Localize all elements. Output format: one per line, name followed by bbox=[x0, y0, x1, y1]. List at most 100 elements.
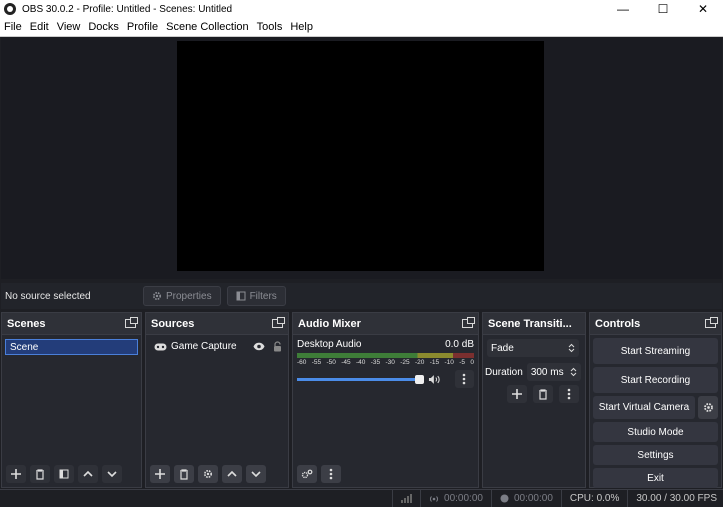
gamepad-icon bbox=[154, 343, 167, 350]
context-bar: No source selected Properties Filters bbox=[1, 283, 722, 309]
source-properties-button[interactable] bbox=[198, 465, 218, 483]
plus-icon bbox=[11, 469, 21, 479]
updown-icon bbox=[568, 343, 575, 353]
volume-row bbox=[297, 370, 474, 388]
source-list-item[interactable]: Game Capture bbox=[146, 335, 288, 352]
scenes-header: Scenes bbox=[2, 313, 141, 335]
gear-icon bbox=[152, 291, 162, 301]
properties-button[interactable]: Properties bbox=[143, 286, 221, 306]
trash-icon bbox=[180, 468, 188, 480]
filters-button[interactable]: Filters bbox=[226, 286, 286, 306]
undock-icon[interactable] bbox=[705, 317, 718, 328]
stream-time: 00:00:00 bbox=[444, 493, 483, 504]
program-preview[interactable] bbox=[177, 41, 544, 271]
volume-meter bbox=[297, 353, 474, 358]
transition-select[interactable]: Fade bbox=[487, 339, 579, 357]
mixer-channel: Desktop Audio 0.0 dB bbox=[293, 335, 478, 350]
scale-tick: -10 bbox=[444, 359, 454, 366]
menu-profile[interactable]: Profile bbox=[123, 21, 162, 33]
move-source-down-button[interactable] bbox=[246, 465, 266, 483]
filters-label: Filters bbox=[249, 290, 277, 302]
menu-tools[interactable]: Tools bbox=[253, 21, 287, 33]
add-transition-button[interactable] bbox=[507, 385, 527, 403]
start-streaming-button[interactable]: Start Streaming bbox=[593, 338, 718, 364]
mixer-menu-button[interactable] bbox=[321, 465, 341, 483]
more-vertical-icon bbox=[567, 388, 571, 400]
maximize-button[interactable]: ☐ bbox=[643, 0, 683, 18]
sources-toolbar bbox=[150, 465, 266, 483]
undock-icon[interactable] bbox=[272, 317, 285, 328]
scale-tick: -15 bbox=[429, 359, 440, 366]
move-scene-down-button[interactable] bbox=[102, 465, 122, 483]
menu-edit[interactable]: Edit bbox=[26, 21, 53, 33]
status-bar: 00:00:00 00:00:00 CPU: 0.0% 30.00 / 30.0… bbox=[0, 489, 723, 507]
minimize-button[interactable]: — bbox=[603, 0, 643, 18]
updown-icon bbox=[570, 367, 577, 377]
undock-icon[interactable] bbox=[125, 317, 138, 328]
add-scene-button[interactable] bbox=[6, 465, 26, 483]
remove-scene-button[interactable] bbox=[30, 465, 50, 483]
menu-docks[interactable]: Docks bbox=[84, 21, 123, 33]
studio-mode-button[interactable]: Studio Mode bbox=[593, 422, 718, 442]
network-status bbox=[392, 489, 420, 507]
preview-area bbox=[1, 37, 722, 279]
scenes-title: Scenes bbox=[7, 317, 46, 330]
mixer-channel-menu-button[interactable] bbox=[454, 370, 474, 388]
controls-header: Controls bbox=[590, 313, 721, 335]
fps-readout: 30.00 / 30.00 FPS bbox=[627, 489, 723, 507]
duration-spinbox[interactable]: 300 ms bbox=[526, 363, 581, 381]
volume-slider[interactable] bbox=[297, 374, 424, 384]
eye-icon[interactable] bbox=[253, 342, 265, 351]
virtual-camera-settings-button[interactable] bbox=[698, 396, 718, 419]
exit-button[interactable]: Exit bbox=[593, 468, 718, 488]
lock-icon[interactable] bbox=[273, 341, 282, 352]
sources-dock: Sources Game Capture bbox=[145, 312, 289, 488]
scene-name-input[interactable] bbox=[10, 341, 137, 353]
trash-icon bbox=[539, 388, 547, 400]
no-source-label: No source selected bbox=[5, 290, 91, 302]
controls-dock: Controls Start Streaming Start Recording… bbox=[589, 312, 722, 488]
gear-icon bbox=[703, 403, 713, 412]
plus-icon bbox=[155, 469, 165, 479]
remove-source-button[interactable] bbox=[174, 465, 194, 483]
move-source-up-button[interactable] bbox=[222, 465, 242, 483]
menu-file[interactable]: File bbox=[0, 21, 26, 33]
signal-bars-icon bbox=[401, 494, 413, 503]
transition-menu-button[interactable] bbox=[559, 385, 579, 403]
audio-mixer-dock: Audio Mixer Desktop Audio 0.0 dB -60 -55… bbox=[292, 312, 479, 488]
duration-label: Duration bbox=[485, 366, 523, 378]
channel-name: Desktop Audio bbox=[297, 339, 362, 350]
menu-help[interactable]: Help bbox=[286, 21, 317, 33]
more-vertical-icon bbox=[329, 468, 333, 480]
advanced-audio-button[interactable] bbox=[297, 465, 317, 483]
add-source-button[interactable] bbox=[150, 465, 170, 483]
mixer-toolbar bbox=[297, 465, 341, 483]
scale-tick: -50 bbox=[326, 359, 336, 366]
start-virtual-camera-button[interactable]: Start Virtual Camera bbox=[593, 396, 695, 419]
controls-title: Controls bbox=[595, 317, 641, 330]
start-recording-button[interactable]: Start Recording bbox=[593, 367, 718, 393]
menu-view[interactable]: View bbox=[53, 21, 85, 33]
close-button[interactable]: ✕ bbox=[683, 0, 723, 18]
title-bar: OBS 30.0.2 - Profile: Untitled - Scenes:… bbox=[0, 0, 723, 18]
window-title: OBS 30.0.2 - Profile: Untitled - Scenes:… bbox=[22, 3, 233, 15]
audio-mixer-header: Audio Mixer bbox=[293, 313, 478, 335]
transition-selected: Fade bbox=[491, 342, 514, 354]
scene-transitions-dock: Scene Transiti... Fade Duration 300 ms bbox=[482, 312, 586, 488]
menu-scene-collection[interactable]: Scene Collection bbox=[162, 21, 253, 33]
volume-slider-thumb[interactable] bbox=[414, 374, 424, 384]
scene-filters-button[interactable] bbox=[54, 465, 74, 483]
speaker-icon[interactable] bbox=[428, 374, 441, 385]
scenes-dock: Scenes bbox=[1, 312, 142, 488]
settings-button[interactable]: Settings bbox=[593, 445, 718, 465]
scenes-toolbar bbox=[6, 465, 122, 483]
move-scene-up-button[interactable] bbox=[78, 465, 98, 483]
undock-icon[interactable] bbox=[462, 317, 475, 328]
chevron-up-icon bbox=[83, 470, 93, 477]
duration-value: 300 ms bbox=[530, 366, 564, 378]
record-status: 00:00:00 bbox=[490, 489, 561, 507]
scene-list-item[interactable] bbox=[5, 339, 138, 355]
scale-tick: 0 bbox=[470, 359, 474, 366]
remove-transition-button[interactable] bbox=[533, 385, 553, 403]
window-controls: — ☐ ✕ bbox=[603, 0, 723, 18]
